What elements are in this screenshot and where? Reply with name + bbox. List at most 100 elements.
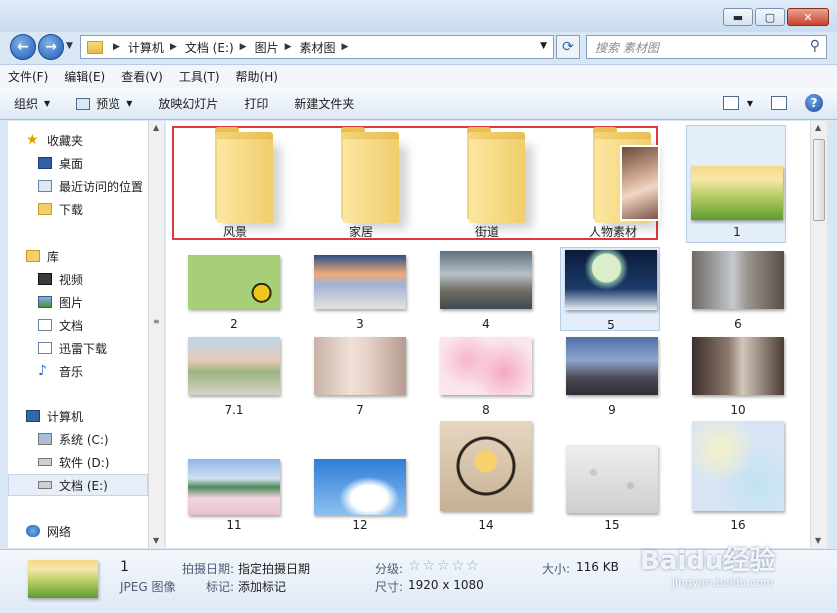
nav-documents[interactable]: 文档 <box>38 314 148 336</box>
file-thumbnail[interactable]: 15 <box>562 419 662 535</box>
scroll-down-icon[interactable]: ▼ <box>153 536 159 545</box>
scroll-down-icon[interactable]: ▼ <box>815 536 821 545</box>
nav-libraries[interactable]: 库 <box>26 245 148 267</box>
nav-recent[interactable]: 最近访问的位置 <box>38 175 148 197</box>
nav-network[interactable]: 网络 <box>26 520 148 542</box>
nav-pictures[interactable]: 图片 <box>38 291 148 313</box>
nav-favorites[interactable]: ★ 收藏夹 <box>26 129 148 151</box>
nav-videos[interactable]: 视频 <box>38 268 148 290</box>
size-label: 大小: <box>542 562 571 576</box>
nav-xunlei[interactable]: 迅雷下载 <box>38 337 148 359</box>
refresh-icon: ⟳ <box>562 39 574 55</box>
file-thumbnail[interactable]: 9 <box>562 333 662 419</box>
nav-downloads[interactable]: 下载 <box>38 198 148 220</box>
caret-down-icon: ▼ <box>44 99 51 108</box>
folder-item[interactable]: 家居 <box>316 127 406 239</box>
menu-file[interactable]: 文件(F) <box>8 68 48 85</box>
back-button[interactable]: ← <box>10 34 36 60</box>
file-thumbnail[interactable]: 14 <box>436 419 536 535</box>
forward-button[interactable]: → <box>38 34 64 60</box>
file-thumbnail[interactable]: 11 <box>184 419 284 535</box>
preview-button[interactable]: 预览 ▼ <box>76 95 132 112</box>
nav-desktop[interactable]: 桌面 <box>38 152 148 174</box>
nav-computer[interactable]: 计算机 <box>26 405 148 427</box>
file-thumbnail[interactable]: 10 <box>688 333 788 419</box>
breadcrumb-computer[interactable]: 计算机 <box>128 39 164 56</box>
history-dropdown-icon[interactable]: ▼ <box>66 41 73 51</box>
nav-music[interactable]: ♪ 音乐 <box>38 360 148 382</box>
chevron-right-icon[interactable]: ▶ <box>170 42 177 52</box>
breadcrumb-pictures[interactable]: 图片 <box>255 39 279 56</box>
minimize-button[interactable]: ▬ <box>723 8 753 26</box>
file-thumbnail[interactable]: 6 <box>688 247 788 333</box>
search-icon[interactable]: ⚲ <box>810 38 820 54</box>
menu-help[interactable]: 帮助(H) <box>236 68 278 85</box>
file-thumbnail[interactable]: 7.1 <box>184 333 284 419</box>
scroll-up-icon[interactable]: ▲ <box>153 123 159 132</box>
rating-stars[interactable]: ☆☆☆☆☆ <box>408 558 481 574</box>
nav-pictures-label: 图片 <box>59 295 84 310</box>
breadcrumb-current[interactable]: 素材图 <box>300 39 336 56</box>
scrollbar-thumb[interactable] <box>813 139 825 221</box>
refresh-button[interactable]: ⟳ <box>556 35 580 59</box>
chevron-right-icon[interactable]: ▶ <box>113 42 120 52</box>
watermark-url: jingyan.baidu.com <box>672 576 774 589</box>
chevron-right-icon[interactable]: ▶ <box>240 42 247 52</box>
preview-icon <box>76 97 91 110</box>
change-view-button[interactable]: ▼ <box>722 96 753 110</box>
file-thumbnail[interactable]: 2 <box>184 247 284 333</box>
chevron-right-icon[interactable]: ▶ <box>285 42 292 52</box>
close-button[interactable]: ✕ <box>787 8 829 26</box>
nav-computer-label: 计算机 <box>47 409 84 424</box>
content-scrollbar[interactable]: ▲ ▼ <box>810 121 827 548</box>
nav-drive-d[interactable]: 软件 (D:) <box>38 451 148 473</box>
breadcrumb-drive-e[interactable]: 文档 (E:) <box>185 39 234 56</box>
navigation-scrollbar[interactable]: ▲ ≡ ▼ <box>148 121 164 548</box>
nav-drive-c[interactable]: 系统 (C:) <box>38 428 148 450</box>
file-name: 11 <box>226 518 242 532</box>
address-dropdown-icon[interactable]: ▼ <box>540 41 547 51</box>
tags-value[interactable]: 添加标记 <box>238 578 286 595</box>
menu-tools[interactable]: 工具(T) <box>179 68 220 85</box>
forward-arrow-icon: → <box>45 39 57 55</box>
file-thumbnail[interactable]: 3 <box>310 247 410 333</box>
nav-drive-e[interactable]: 文档 (E:) <box>8 474 148 496</box>
slideshow-button[interactable]: 放映幻灯片 <box>158 95 218 112</box>
organize-button[interactable]: 组织 ▼ <box>14 95 50 112</box>
address-bar[interactable]: ▶ 计算机 ▶ 文档 (E:) ▶ 图片 ▶ 素材图 ▶ ▼ <box>80 35 554 59</box>
folder-item[interactable]: 风景 <box>190 127 280 239</box>
folder-item[interactable]: 人物素材 <box>568 127 660 239</box>
file-thumbnail[interactable]: 16 <box>688 419 788 535</box>
scroll-up-icon[interactable]: ▲ <box>815 123 821 132</box>
print-button[interactable]: 打印 <box>244 95 268 112</box>
file-thumbnail[interactable]: 4 <box>436 247 536 333</box>
file-name: 3 <box>356 317 364 331</box>
folder-icon <box>87 40 103 54</box>
file-thumbnail[interactable]: 5 <box>560 247 660 332</box>
splitter-grip-icon[interactable]: ≡ <box>153 317 160 326</box>
chevron-right-icon[interactable]: ▶ <box>342 42 349 52</box>
help-button[interactable]: ? <box>805 94 823 112</box>
menu-view[interactable]: 查看(V) <box>121 68 163 85</box>
system-drive-icon <box>38 433 52 445</box>
folder-front <box>469 139 525 223</box>
file-name: 8 <box>482 403 490 417</box>
folder-label: 家居 <box>348 225 373 239</box>
new-folder-button[interactable]: 新建文件夹 <box>294 95 354 112</box>
date-taken-value[interactable]: 指定拍摄日期 <box>238 560 310 577</box>
maximize-button[interactable]: ▢ <box>755 8 785 26</box>
selected-file-name: 1 <box>120 559 129 575</box>
nav-drive-e-label: 文档 (E:) <box>59 478 108 493</box>
drive-icon <box>38 458 52 466</box>
caret-down-icon: ▼ <box>746 98 753 108</box>
file-thumbnail[interactable]: 12 <box>310 419 410 535</box>
file-thumbnail[interactable]: 7 <box>310 333 410 419</box>
file-thumbnail[interactable]: 8 <box>436 333 536 419</box>
menu-bar: 文件(F) 编辑(E) 查看(V) 工具(T) 帮助(H) <box>0 64 837 88</box>
preview-pane-button[interactable] <box>771 96 787 110</box>
menu-edit[interactable]: 编辑(E) <box>64 68 105 85</box>
file-thumbnail[interactable]: 1 <box>686 125 786 243</box>
folder-item[interactable]: 街道 <box>442 127 532 239</box>
thumbnail-image <box>692 251 784 309</box>
search-input[interactable]: 搜索 素材图 ⚲ <box>586 35 827 59</box>
